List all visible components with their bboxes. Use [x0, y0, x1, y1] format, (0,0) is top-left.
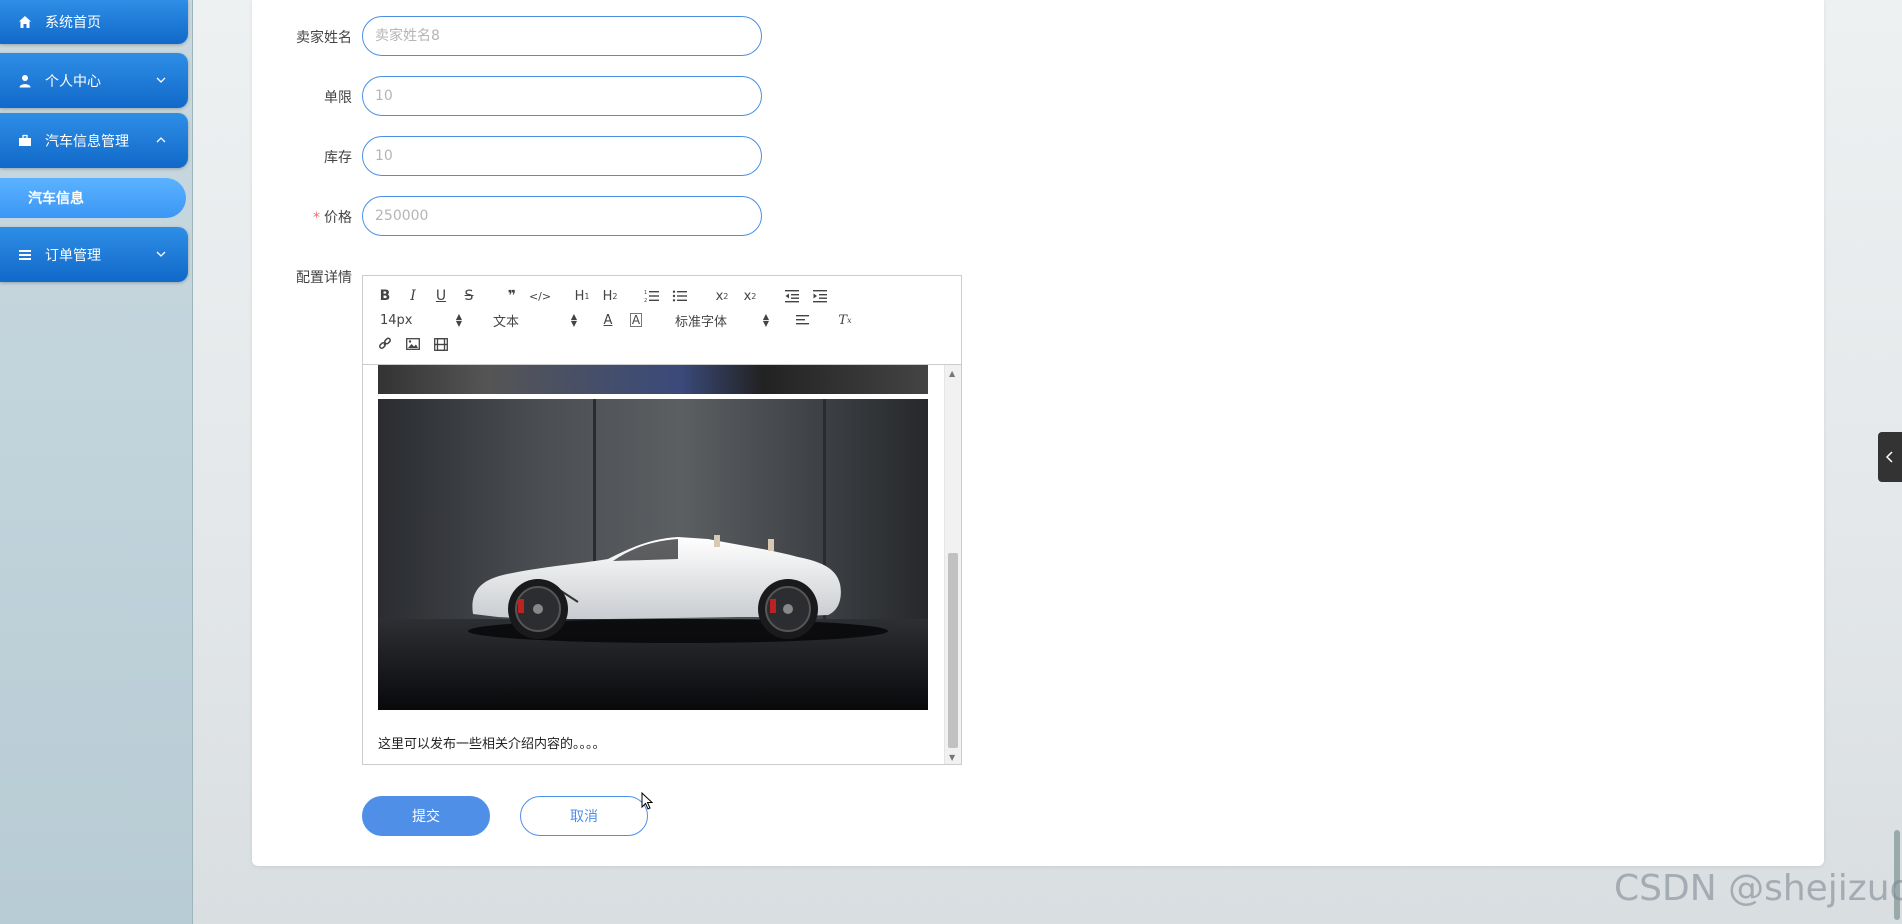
scroll-down-icon[interactable]: ▼ [949, 753, 955, 762]
italic-button[interactable]: I [402, 286, 424, 306]
user-icon [17, 73, 33, 89]
video-icon[interactable] [430, 334, 452, 354]
ordered-list-icon[interactable]: 12 [641, 286, 663, 306]
underline-button[interactable]: U [430, 286, 452, 306]
outdent-icon[interactable] [781, 286, 803, 306]
subscript-button[interactable]: x2 [711, 286, 733, 306]
required-mark: * [313, 210, 320, 226]
sidebar: 系统首页 个人中心 汽车信息管理 汽车信息 订单管理 [0, 0, 193, 924]
sidebar-item-label: 汽车信息管理 [45, 133, 129, 150]
cancel-button[interactable]: 取消 [520, 796, 648, 836]
seller-name-input[interactable] [362, 16, 762, 56]
sidebar-subitem-car-info[interactable]: 汽车信息 [0, 178, 186, 218]
svg-text:1: 1 [644, 290, 647, 296]
briefcase-icon [17, 133, 33, 149]
link-icon[interactable] [374, 334, 396, 354]
seller-name-label: 卖家姓名 [296, 30, 352, 46]
background-color-button[interactable]: A [625, 310, 647, 330]
font-family-select[interactable]: 标准字体 ▲ ▼ [675, 310, 769, 330]
watermark: CSDN @shejizuopin [1614, 868, 1902, 909]
car-photo [378, 399, 928, 710]
price-input[interactable] [362, 196, 762, 236]
price-label: * 价格 [252, 207, 352, 227]
code-block-button[interactable]: </> [529, 286, 551, 306]
align-left-icon[interactable] [792, 310, 814, 330]
block-format-value: 文本 [493, 314, 520, 330]
price-label-text: 价格 [324, 210, 352, 226]
bullet-list-icon[interactable] [669, 286, 691, 306]
font-size-select[interactable]: 14px ▲ ▼ [380, 310, 462, 330]
list-icon [17, 247, 33, 263]
scroll-up-icon[interactable]: ▲ [949, 369, 955, 378]
chevron-left-icon [1885, 451, 1893, 463]
submit-button[interactable]: 提交 [362, 796, 490, 836]
editor-content[interactable]: 这里可以发布一些相关介绍内容的。。。。 [363, 365, 945, 764]
header-1-button[interactable]: H1 [571, 286, 593, 306]
sidebar-item-label: 个人中心 [45, 73, 101, 90]
form-panel: 卖家姓名 单限 库存 *价格 配置详情 B I U S ❞ </> H1 H2 … [252, 0, 1824, 866]
rich-text-editor: B I U S ❞ </> H1 H2 12 x2 x2 14px ▲ ▼ 文本… [362, 275, 962, 765]
stock-input[interactable] [362, 136, 762, 176]
home-icon [17, 14, 33, 30]
stock-label: 库存 [324, 150, 352, 166]
strike-button[interactable]: S [458, 286, 480, 306]
editor-toolbar: B I U S ❞ </> H1 H2 12 x2 x2 14px ▲ ▼ 文本… [363, 276, 961, 365]
sidebar-item-orders[interactable]: 订单管理 [0, 227, 188, 282]
font-size-value: 14px [380, 312, 413, 328]
header-2-button[interactable]: H2 [599, 286, 621, 306]
block-format-select[interactable]: 文本 ▲ ▼ [493, 310, 577, 330]
editor-scrollbar[interactable]: ▲ ▼ [944, 365, 961, 764]
limit-label: 单限 [324, 90, 352, 106]
select-caret-icon: ▲ ▼ [455, 312, 462, 328]
side-panel-toggle[interactable] [1878, 432, 1902, 482]
chevron-up-icon [156, 133, 166, 149]
select-caret-icon: ▲ ▼ [570, 312, 577, 328]
text-color-button[interactable]: A [597, 310, 619, 330]
image-icon[interactable] [402, 334, 424, 354]
sidebar-item-label: 订单管理 [45, 247, 101, 264]
chevron-down-icon [156, 73, 166, 89]
sidebar-item-label: 系统首页 [45, 15, 101, 31]
sidebar-item-car-management[interactable]: 汽车信息管理 [0, 113, 188, 168]
limit-input[interactable] [362, 76, 762, 116]
intro-text: 这里可以发布一些相关介绍内容的。。。。 [378, 737, 606, 752]
mouse-cursor-icon [641, 791, 654, 814]
indent-icon[interactable] [809, 286, 831, 306]
sidebar-item-personal[interactable]: 个人中心 [0, 53, 188, 108]
sidebar-item-home[interactable]: 系统首页 [0, 0, 188, 44]
scroll-thumb[interactable] [948, 553, 958, 748]
select-caret-icon: ▲ ▼ [762, 312, 769, 328]
config-label: 配置详情 [296, 270, 352, 286]
superscript-button[interactable]: x2 [739, 286, 761, 306]
content-image-top [378, 365, 928, 394]
clear-format-button[interactable]: Tx [834, 310, 856, 330]
blockquote-button[interactable]: ❞ [501, 286, 523, 306]
svg-text:2: 2 [644, 298, 647, 303]
chevron-down-icon [156, 247, 166, 263]
font-family-value: 标准字体 [675, 314, 728, 330]
bold-button[interactable]: B [374, 286, 396, 306]
